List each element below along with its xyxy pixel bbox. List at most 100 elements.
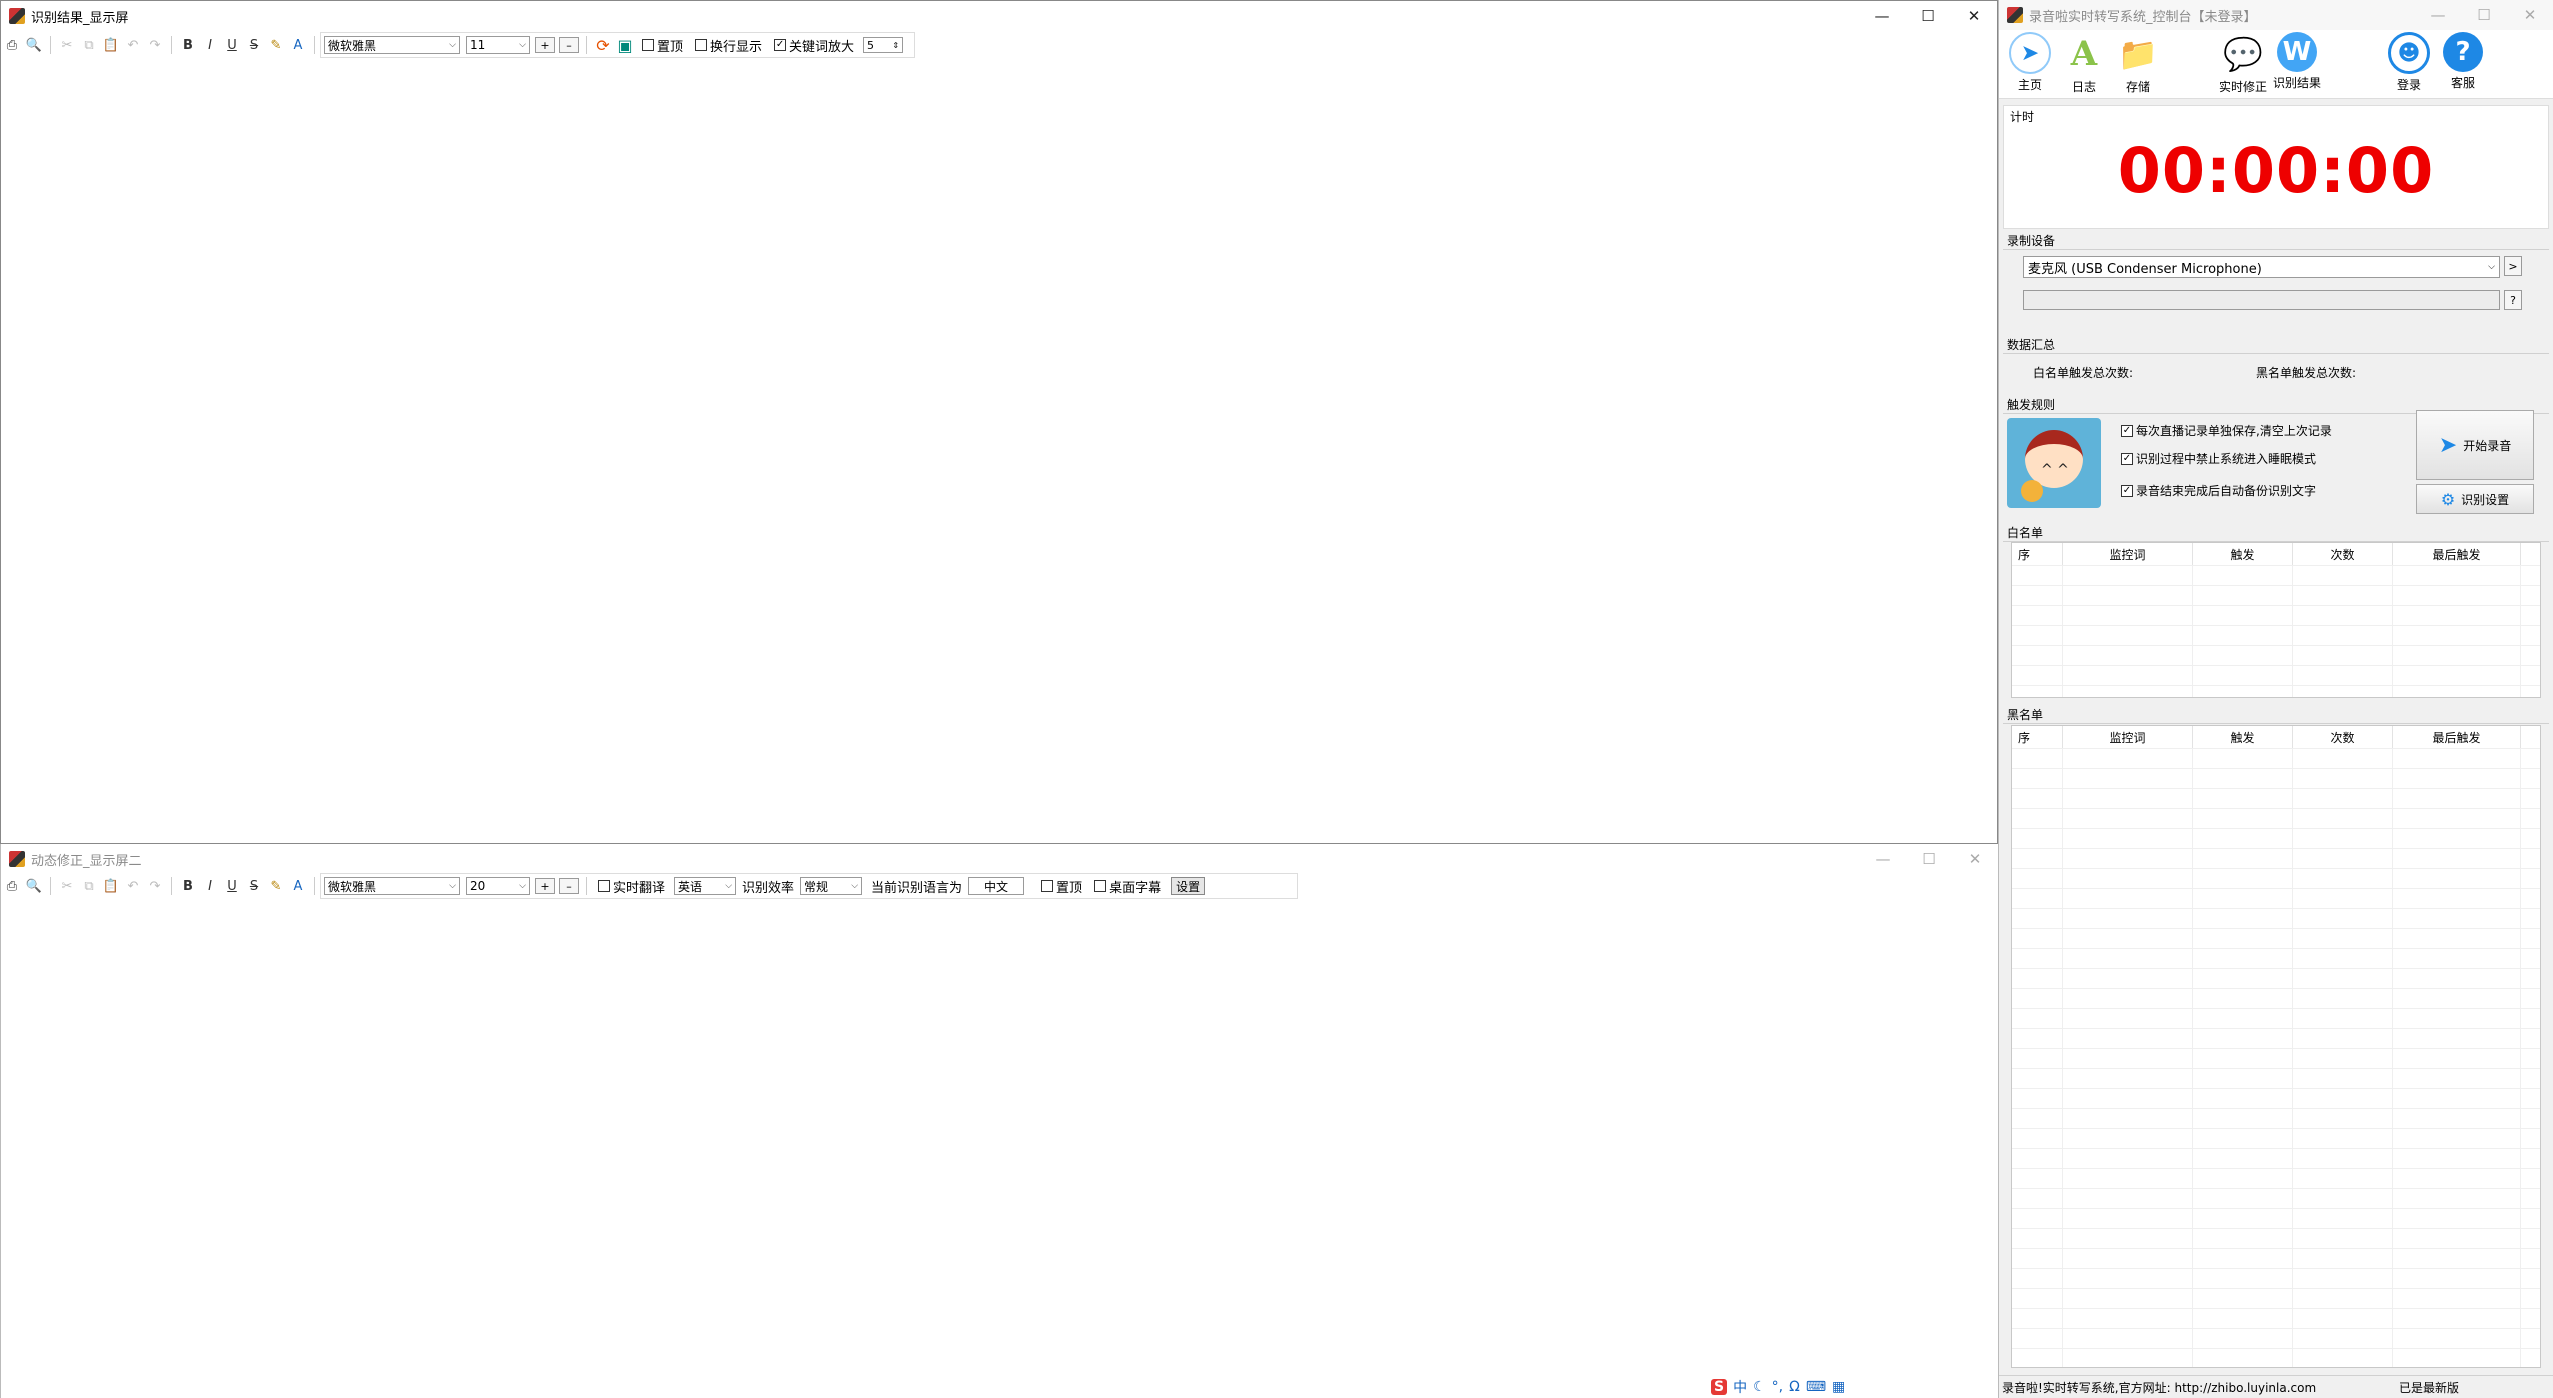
chevron-down-icon: ⌵ — [2488, 262, 2495, 272]
refresh-icon[interactable]: ⟳ — [593, 35, 613, 55]
device-label: 录制设备 — [2007, 234, 2056, 248]
whitelist-table[interactable]: 序 监控词 触发 次数 最后触发 — [2011, 542, 2541, 698]
pin-top-checkbox[interactable]: 置顶 — [642, 36, 683, 55]
recognition-settings-button[interactable]: ⚙ 识别设置 — [2416, 484, 2534, 514]
chevron-down-icon: ⌵ — [519, 881, 526, 891]
redo-icon[interactable]: ↷ — [145, 35, 165, 55]
minimize-button[interactable]: — — [2415, 0, 2461, 30]
cut-icon[interactable]: ✂ — [57, 876, 77, 896]
table-header: 序 监控词 触发 次数 最后触发 — [2012, 543, 2540, 566]
settings-button[interactable]: 设置 — [1171, 877, 1206, 895]
options-frame: 微软雅黑 ⌵ 20 ⌵ + – 实时翻译 英语 ⌵ 识别效率 常规 ⌵ 当前识别语言为 … — [320, 873, 1299, 899]
undo-icon[interactable]: ↶ — [123, 876, 143, 896]
font-increase-button[interactable]: + — [535, 878, 555, 894]
text-color-icon[interactable]: A — [288, 35, 308, 55]
desktop-subtitle-checkbox[interactable]: 桌面字幕 — [1094, 877, 1161, 896]
toolbar-correct-button[interactable]: 💬 实时修正 — [2214, 32, 2272, 95]
formatting-toolbar: ⎙ 🔍 ✂ ⧉ 📋 ↶ ↷ B I U S ✎ A 微软雅黑 ⌵ 11 ⌵ + – … — [1, 31, 1997, 59]
rule-checkbox-save[interactable]: ✓ 每次直播记录单独保存,清空上次记录 — [2121, 422, 2332, 439]
print-preview-icon[interactable]: 🔍 — [24, 35, 44, 55]
ime-toolbar[interactable]: S 中 ☾ °, Ω ⌨ ▦ — [1708, 1376, 1868, 1398]
title-bar[interactable]: 录音啦实时转写系统_控制台【未登录】 — ☐ ✕ — [1999, 0, 2553, 30]
save-icon[interactable]: ▣ — [615, 35, 635, 55]
title-bar[interactable]: 动态修正_显示屏二 — ☐ ✕ — [1, 844, 1998, 874]
print-icon[interactable]: ⎙ — [2, 876, 22, 896]
pin-top-checkbox[interactable]: 置顶 — [1041, 877, 1082, 896]
toolbar-service-button[interactable]: ? 客服 — [2434, 32, 2492, 91]
bold-icon[interactable]: B — [178, 876, 198, 896]
user-icon: ☻ — [2388, 32, 2430, 74]
font-size-select[interactable]: 11 ⌵ — [466, 36, 530, 54]
close-button[interactable]: ✕ — [1951, 1, 1997, 31]
highlight-icon[interactable]: ✎ — [266, 876, 286, 896]
cut-icon[interactable]: ✂ — [57, 35, 77, 55]
maximize-button[interactable]: ☐ — [2461, 0, 2507, 30]
italic-icon[interactable]: I — [200, 35, 220, 55]
strikethrough-icon[interactable]: S — [244, 876, 264, 896]
toolbar-store-button[interactable]: 📁 存储 — [2109, 32, 2167, 95]
underline-icon[interactable]: U — [222, 876, 242, 896]
bold-icon[interactable]: B — [178, 35, 198, 55]
toolbar-result-button[interactable]: W 识别结果 — [2268, 32, 2326, 91]
status-website: 录音啦!实时转写系统,官方网址: http://zhibo.luyinla.co… — [2002, 1380, 2317, 1395]
strikethrough-icon[interactable]: S — [244, 35, 264, 55]
close-button[interactable]: ✕ — [1952, 844, 1998, 874]
paste-icon[interactable]: 📋 — [101, 876, 121, 896]
rule-checkbox-backup[interactable]: ✓ 录音结束完成后自动备份识别文字 — [2121, 482, 2316, 499]
font-decrease-button[interactable]: – — [559, 37, 579, 53]
paste-icon[interactable]: 📋 — [101, 35, 121, 55]
text-color-icon[interactable]: A — [288, 876, 308, 896]
font-name-select[interactable]: 微软雅黑 ⌵ — [324, 36, 460, 54]
mascot-avatar: ^ ^ — [2007, 418, 2101, 508]
moon-icon[interactable]: ☾ — [1753, 1379, 1766, 1395]
keyword-enlarge-checkbox[interactable]: ✓ 关键词放大 — [774, 36, 854, 55]
maximize-button[interactable]: ☐ — [1905, 1, 1951, 31]
ime-lang-toggle[interactable]: 中 — [1733, 1377, 1747, 1397]
font-decrease-button[interactable]: – — [559, 878, 579, 894]
rule-checkbox-nosleep[interactable]: ✓ 识别过程中禁止系统进入睡眠模式 — [2121, 450, 2316, 467]
summary-label: 数据汇总 — [2007, 338, 2056, 352]
result-text-area[interactable] — [1, 61, 1997, 843]
blacklist-group: 黑名单 — [2003, 706, 2549, 726]
volume-level-bar — [2023, 290, 2500, 310]
punctuation-icon[interactable]: °, — [1772, 1379, 1783, 1395]
underline-icon[interactable]: U — [222, 35, 242, 55]
font-size-select[interactable]: 20 ⌵ — [466, 877, 530, 895]
copy-icon[interactable]: ⧉ — [79, 876, 99, 896]
blacklist-table[interactable]: 序 监控词 触发 次数 最后触发 — [2011, 725, 2541, 1368]
device-help-button[interactable]: ? — [2504, 290, 2522, 310]
realtime-translate-checkbox[interactable]: 实时翻译 — [598, 877, 665, 896]
device-select[interactable]: 麦克风 (USB Condenser Microphone) ⌵ — [2023, 256, 2500, 278]
rules-group: 触发规则 ^ ^ ✓ 每次直播记录单独保存,清空上次记录 ✓ 识别过程中禁止系统进入… — [2003, 396, 2549, 520]
omega-icon[interactable]: Ω — [1789, 1379, 1800, 1395]
timer-label: 计时 — [2010, 110, 2035, 124]
maximize-button[interactable]: ☐ — [1906, 844, 1952, 874]
wrap-display-checkbox[interactable]: 换行显示 — [695, 36, 762, 55]
highlight-icon[interactable]: ✎ — [266, 35, 286, 55]
start-recording-button[interactable]: ➤ 开始录音 — [2416, 410, 2534, 480]
device-next-button[interactable]: > — [2504, 256, 2522, 276]
toolbar-login-button[interactable]: ☻ 登录 — [2380, 32, 2438, 93]
redo-icon[interactable]: ↷ — [145, 876, 165, 896]
minimize-button[interactable]: — — [1859, 1, 1905, 31]
font-increase-button[interactable]: + — [535, 37, 555, 53]
minimize-button[interactable]: — — [1860, 844, 1906, 874]
toolbar-log-button[interactable]: A 日志 — [2055, 32, 2113, 95]
print-preview-icon[interactable]: 🔍 — [24, 876, 44, 896]
grid-icon[interactable]: ▦ — [1832, 1379, 1845, 1395]
font-name-select[interactable]: 微软雅黑 ⌵ — [324, 877, 460, 895]
close-button[interactable]: ✕ — [2507, 0, 2553, 30]
translate-lang-select[interactable]: 英语 ⌵ — [674, 877, 737, 895]
keyboard-icon[interactable]: ⌨ — [1806, 1379, 1826, 1395]
correction-text-area[interactable] — [1, 902, 1998, 1398]
whitelist-total-label: 白名单触发总次数: — [2033, 366, 2134, 380]
toolbar-home-button[interactable]: ➤ 主页 — [2001, 32, 2059, 93]
keyword-scale-spinner[interactable]: 5 ⇕ — [863, 37, 904, 53]
efficiency-select[interactable]: 常规 ⌵ — [800, 877, 863, 895]
undo-icon[interactable]: ↶ — [123, 35, 143, 55]
efficiency-label: 识别效率 — [742, 880, 795, 896]
print-icon[interactable]: ⎙ — [2, 35, 22, 55]
copy-icon[interactable]: ⧉ — [79, 35, 99, 55]
title-bar[interactable]: 识别结果_显示屏 — ☐ ✕ — [1, 1, 1997, 31]
italic-icon[interactable]: I — [200, 876, 220, 896]
